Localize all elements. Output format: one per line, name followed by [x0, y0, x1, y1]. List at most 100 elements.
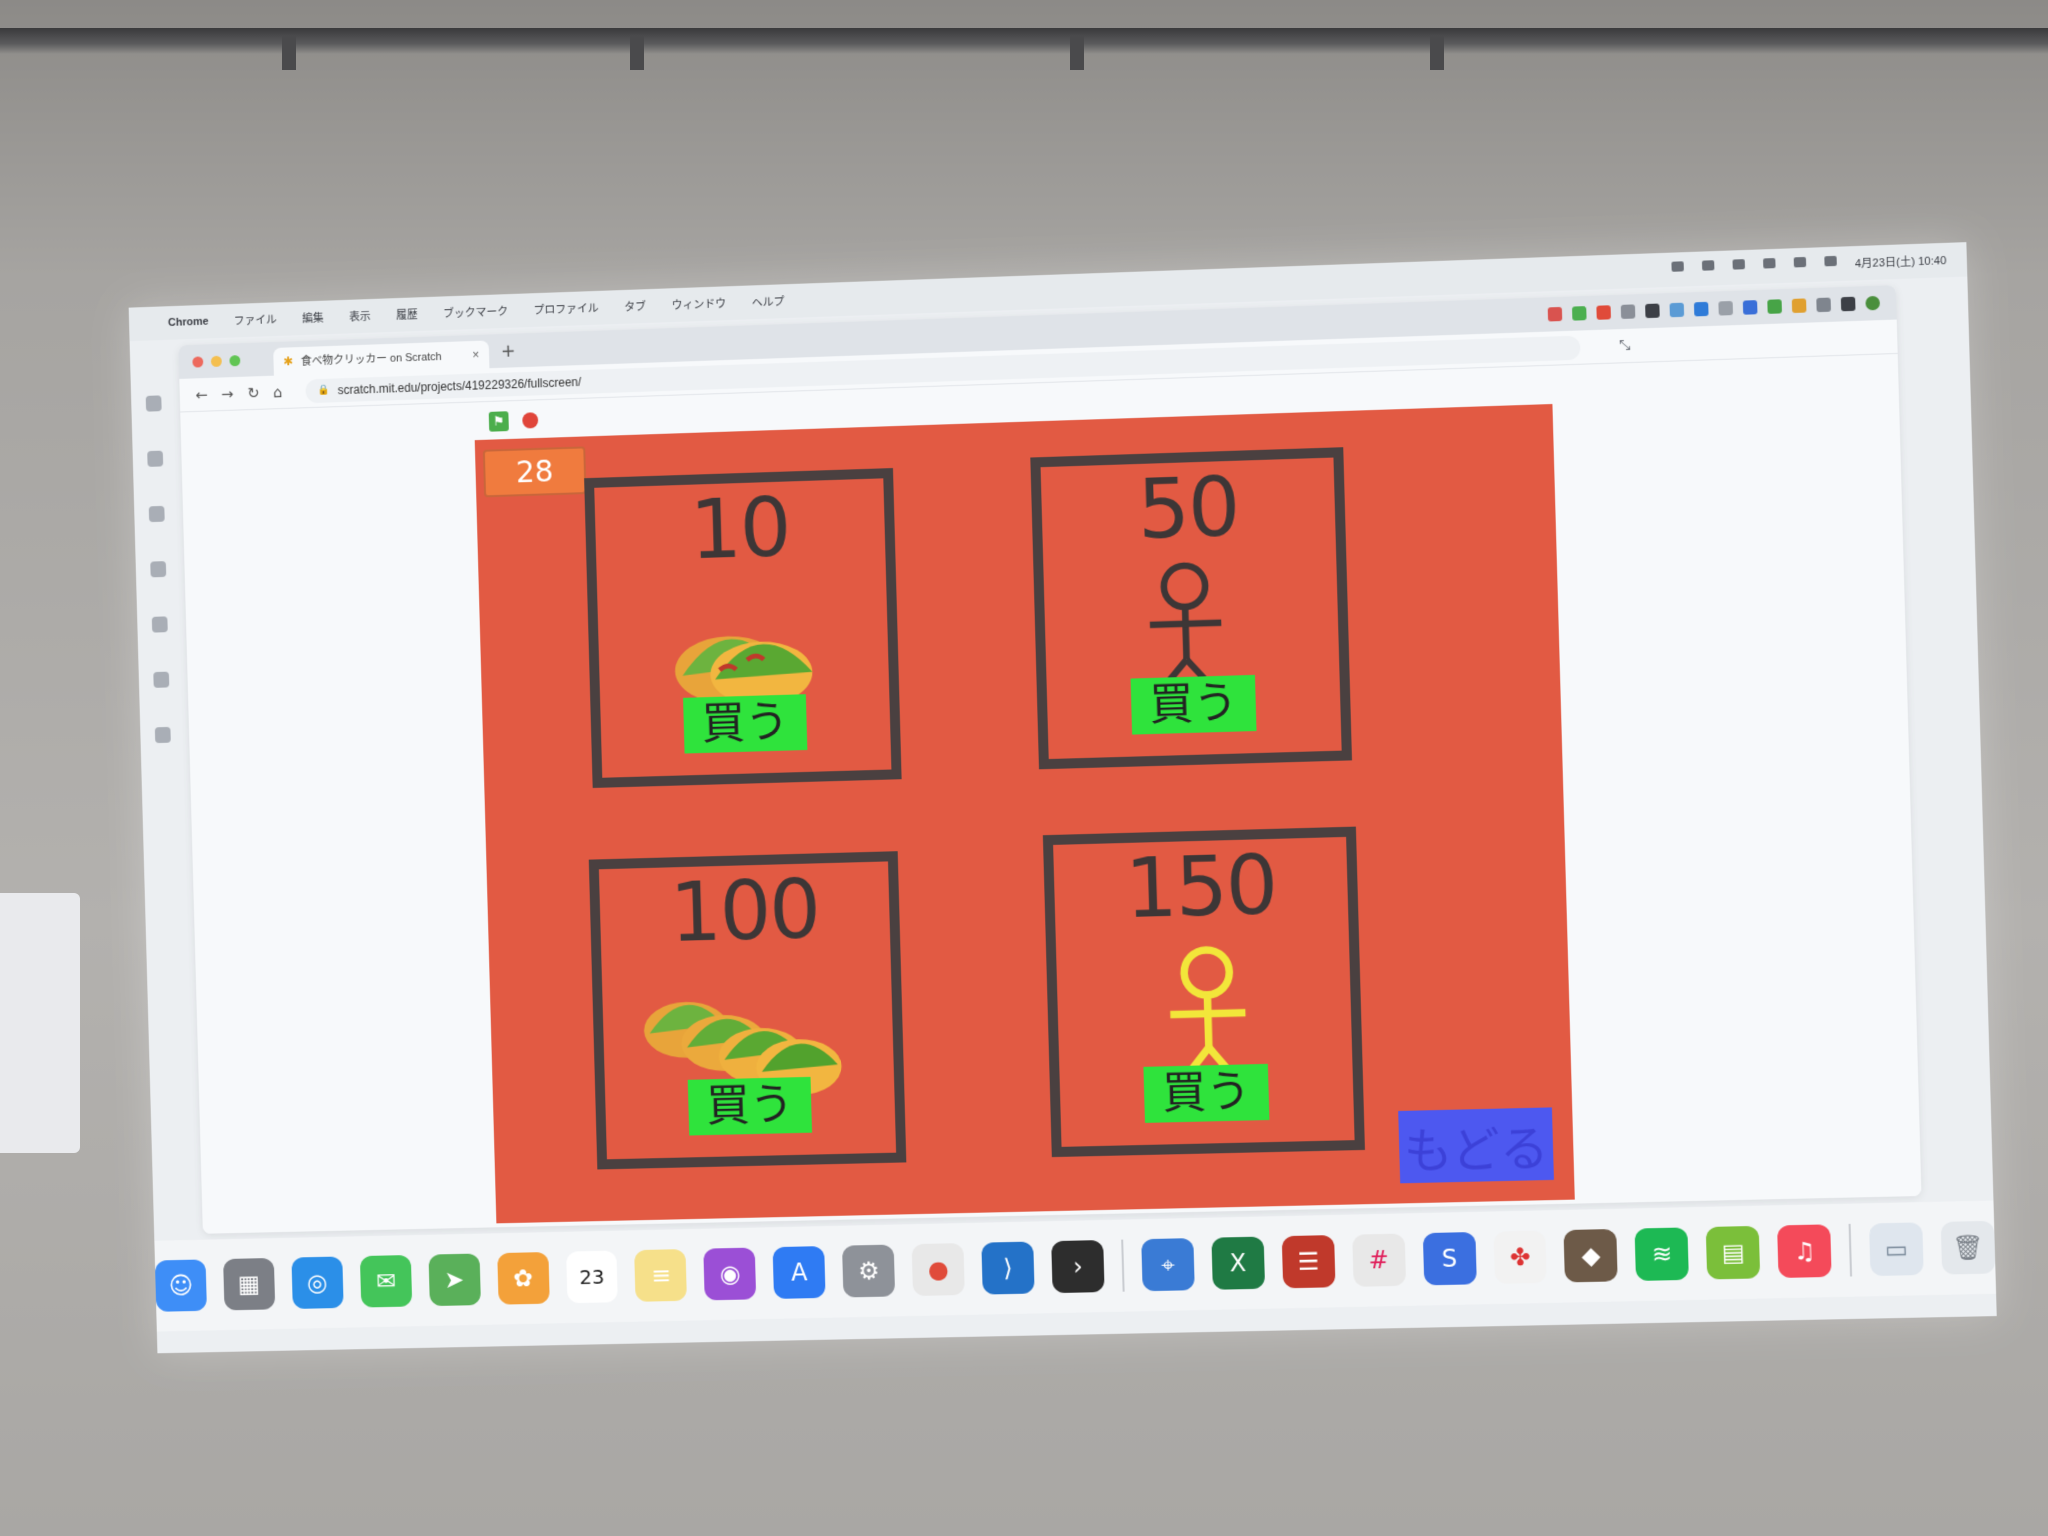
location-pin-icon[interactable]: ⌖: [1141, 1238, 1195, 1291]
menu-tab[interactable]: タブ: [624, 298, 646, 315]
photos-icon[interactable]: ✿: [497, 1252, 550, 1305]
green-flag-icon[interactable]: ⚑: [489, 411, 509, 431]
menubar-app-name[interactable]: Chrome: [168, 316, 209, 329]
minimize-window-icon[interactable]: [211, 355, 222, 366]
back-arrow-icon[interactable]: ←: [195, 385, 208, 403]
stop-icon[interactable]: [522, 412, 538, 428]
profile-avatar[interactable]: [1865, 296, 1880, 311]
shop-card-stick-figure: 50 買う: [1030, 447, 1352, 769]
extension-icon[interactable]: [1621, 304, 1636, 319]
extension-icon[interactable]: [1718, 301, 1733, 316]
score-display: 28: [483, 446, 587, 497]
scratch-favicon-icon: ✱: [283, 354, 293, 368]
menubar-clock[interactable]: 4月23日(土) 10:40: [1855, 252, 1947, 271]
exit-fullscreen-icon[interactable]: ⤡: [1619, 337, 1631, 354]
menu-edit[interactable]: 編集: [302, 310, 324, 327]
downloads-folder-icon[interactable]: ▭: [1869, 1222, 1924, 1276]
extension-icon[interactable]: [1816, 298, 1831, 313]
extension-icon[interactable]: [1743, 300, 1758, 315]
buy-button[interactable]: 買う: [688, 1076, 812, 1135]
buy-button[interactable]: 買う: [683, 694, 807, 754]
menu-bookmarks[interactable]: ブックマーク: [443, 303, 508, 321]
extension-icons: [1548, 296, 1880, 322]
calendar-icon[interactable]: 23: [566, 1251, 619, 1304]
menu-view[interactable]: 表示: [349, 308, 371, 325]
menu-history[interactable]: 履歴: [396, 306, 418, 323]
slack-icon[interactable]: #: [1352, 1234, 1406, 1287]
status-icon[interactable]: [1702, 260, 1715, 271]
launchpad-icon[interactable]: ▦: [223, 1258, 275, 1310]
messages-icon[interactable]: ✉: [360, 1255, 412, 1308]
sidebar-icon[interactable]: [147, 451, 163, 467]
rail-clip: [282, 36, 296, 70]
extension-icon[interactable]: [1841, 297, 1856, 312]
pinwheel-app-icon[interactable]: ✤: [1493, 1230, 1547, 1283]
skype-icon[interactable]: S: [1422, 1232, 1476, 1285]
vscode-icon[interactable]: ⟩: [981, 1242, 1034, 1295]
trash-icon[interactable]: 🗑: [1941, 1221, 1996, 1275]
wifi-icon[interactable]: [1793, 257, 1806, 268]
scratch-stage[interactable]: 28 10 買う 50 買う 100 買う 150 買う もどる: [475, 404, 1575, 1223]
podcasts-icon[interactable]: ◉: [704, 1248, 757, 1301]
sidebar-icon[interactable]: [150, 561, 166, 577]
finder-icon[interactable]: ☺: [155, 1259, 207, 1311]
wall-poster: [0, 893, 80, 1153]
extension-icon[interactable]: [1694, 302, 1709, 317]
spotify-icon[interactable]: ≋: [1635, 1227, 1689, 1281]
music-icon[interactable]: ♫: [1777, 1224, 1831, 1278]
rail-clip: [1430, 36, 1444, 70]
close-tab-icon[interactable]: ×: [472, 348, 479, 362]
maps-icon[interactable]: ➤: [428, 1254, 480, 1307]
status-icon[interactable]: [1732, 259, 1745, 270]
forward-arrow-icon[interactable]: →: [221, 384, 234, 402]
menu-file[interactable]: ファイル: [234, 311, 277, 328]
numbers-icon[interactable]: ▤: [1706, 1226, 1760, 1280]
sidebar-icon[interactable]: [153, 672, 169, 688]
shop-card-taco: 10 買う: [584, 468, 902, 788]
lock-icon: 🔒: [317, 385, 329, 396]
status-icon[interactable]: [1671, 261, 1683, 272]
extension-icon[interactable]: [1596, 305, 1611, 320]
close-window-icon[interactable]: [192, 356, 203, 367]
page-content: ⚑ 28 10 買う 50 買う 100 買う 150 買う もどる: [180, 354, 1921, 1234]
database-icon[interactable]: ☰: [1281, 1235, 1335, 1288]
sidebar-icon[interactable]: [149, 506, 165, 522]
terminal-icon[interactable]: ›: [1051, 1240, 1104, 1293]
dock-separator: [1121, 1240, 1124, 1292]
sidebar-icon[interactable]: [146, 395, 162, 411]
zoom-window-icon[interactable]: [229, 355, 240, 366]
keynote-icon[interactable]: ◆: [1564, 1229, 1618, 1283]
buy-button[interactable]: 買う: [1131, 674, 1257, 734]
shop-card-yellow-figure: 150 買う: [1043, 827, 1365, 1157]
extension-icon[interactable]: [1792, 298, 1807, 313]
extension-icon[interactable]: [1767, 299, 1782, 314]
excel-icon[interactable]: X: [1211, 1237, 1265, 1290]
rail-clip: [1070, 36, 1084, 70]
browser-window: ✱ 食べ物クリッカー on Scratch × + ← → ↻ ⌂ 🔒 scra…: [178, 285, 1921, 1234]
battery-icon[interactable]: [1763, 258, 1776, 269]
projected-screen: Chrome ファイル 編集 表示 履歴 ブックマーク プロファイル タブ ウィ…: [129, 242, 1997, 1353]
buy-button[interactable]: 買う: [1143, 1063, 1269, 1122]
safari-icon[interactable]: ◎: [291, 1256, 343, 1309]
extension-icon[interactable]: [1645, 304, 1660, 319]
extension-icon[interactable]: [1572, 306, 1587, 321]
search-icon[interactable]: [1824, 256, 1837, 267]
chrome-icon[interactable]: ●: [912, 1243, 965, 1296]
home-icon[interactable]: ⌂: [273, 383, 283, 401]
system-settings-icon[interactable]: ⚙: [842, 1245, 895, 1298]
reload-icon[interactable]: ↻: [247, 384, 260, 402]
menu-help[interactable]: ヘルプ: [752, 293, 785, 310]
new-tab-icon[interactable]: +: [500, 340, 515, 361]
status-icons: 4月23日(土) 10:40: [1671, 252, 1946, 278]
sidebar-icon[interactable]: [155, 727, 171, 743]
back-button[interactable]: もどる: [1398, 1107, 1554, 1183]
menu-window[interactable]: ウィンドウ: [671, 295, 726, 313]
extension-icon[interactable]: [1548, 307, 1563, 322]
notes-icon[interactable]: ≡: [635, 1249, 688, 1302]
extension-icon[interactable]: [1670, 303, 1685, 318]
ceiling-rail: [0, 28, 2048, 54]
rail-clip: [630, 36, 644, 70]
app-store-icon[interactable]: A: [773, 1246, 826, 1299]
menu-profiles[interactable]: プロファイル: [533, 300, 598, 318]
sidebar-icon[interactable]: [152, 616, 168, 632]
